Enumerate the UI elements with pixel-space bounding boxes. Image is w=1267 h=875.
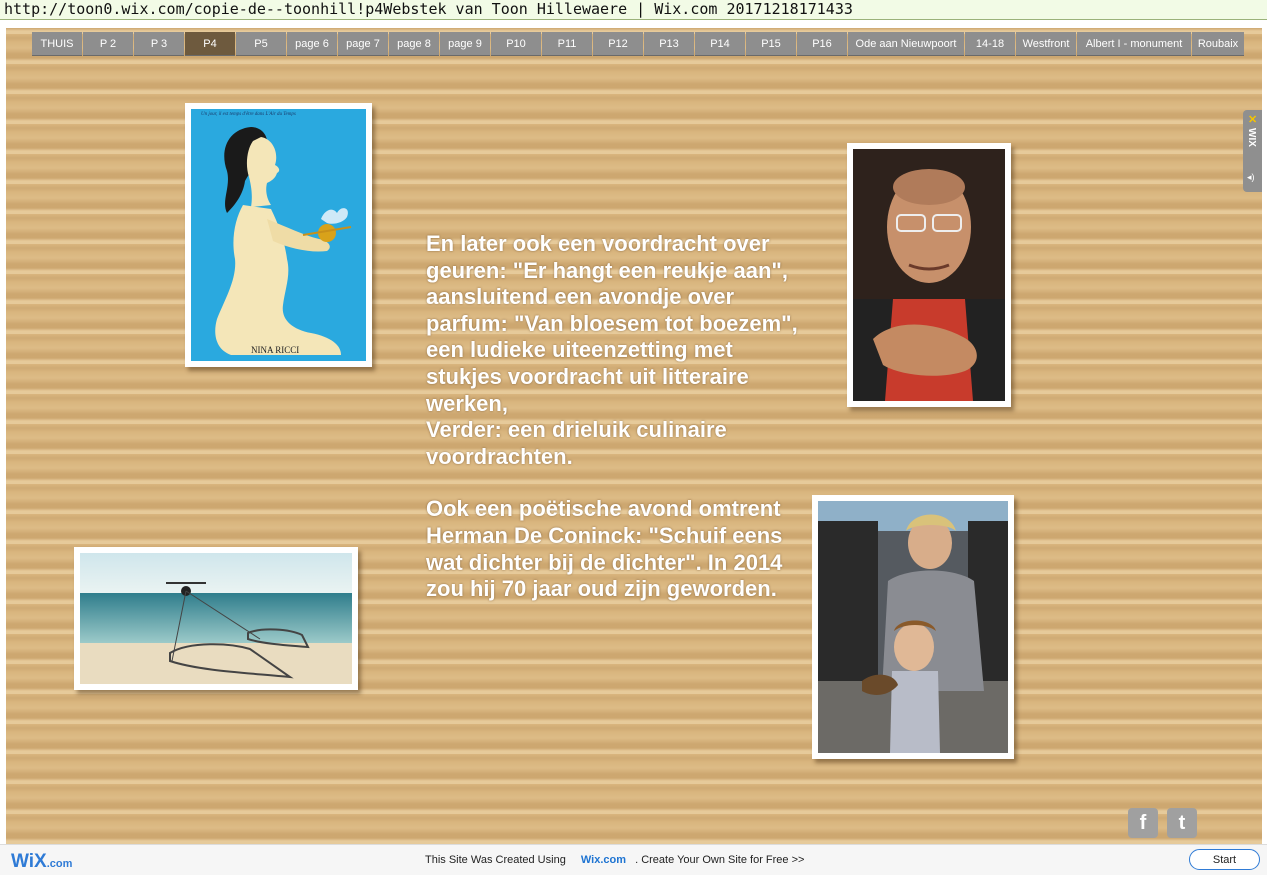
nav-item-p-3[interactable]: P 3 [134,32,184,56]
paragraph-fragrance-recitals: En later ook een voordracht over geuren:… [426,231,798,416]
nav-item-page-9[interactable]: page 9 [440,32,490,56]
nav-item-p11[interactable]: P11 [542,32,592,56]
paragraph-herman-de-coninck: Ook een poëtische avond omtrent Herman D… [426,496,783,602]
footer-wix-link[interactable]: Wix.com [581,854,626,866]
paragraph-culinary-recitals: Verder: een drieluik culinaire voordrach… [426,417,727,469]
nav-item-albert-i-monument[interactable]: Albert I - monument [1077,32,1191,56]
nav-item-page-7[interactable]: page 7 [338,32,388,56]
wix-logo[interactable]: WiX.com [11,851,72,873]
woman-and-child-photo [812,495,1014,759]
nav-item-page-8[interactable]: page 8 [389,32,439,56]
perfume-poster-photo: Un jour, il est temps d'être dans L'Air … [185,103,372,367]
poster-brand: NINA RICCI [251,345,300,355]
nav-item-p10[interactable]: P10 [491,32,541,56]
wix-side-tab[interactable]: ✕ WIX ◂) [1243,110,1262,192]
close-icon[interactable]: ✕ [1248,113,1257,126]
man-portrait-illustration [853,149,1005,401]
nav-item-p15[interactable]: P15 [746,32,796,56]
nav-item-p13[interactable]: P13 [644,32,694,56]
poster-tagline: Un jour, il est temps d'être dans L'Air … [201,112,296,117]
main-text-block: En later ook een voordracht over geuren:… [426,231,806,603]
nav-item-p4[interactable]: P4 [185,32,235,56]
woman-child-illustration [818,501,1008,753]
nav-item-p5[interactable]: P5 [236,32,286,56]
nav-item-westfront[interactable]: Westfront [1016,32,1076,56]
wix-logo-text: WiX [11,851,47,872]
start-button[interactable]: Start [1189,849,1260,870]
nav-item-roubaix[interactable]: Roubaix [1192,32,1244,56]
nav-item-p14[interactable]: P14 [695,32,745,56]
wix-logo-suffix: .com [46,858,73,870]
portrait-photo [847,143,1011,407]
nav-item-p-2[interactable]: P 2 [83,32,133,56]
twitter-icon[interactable]: t [1167,808,1197,838]
page-canvas: THUIS P 2P 3 P4 P5 page 6 page 7 page 8 page 9P… [6,28,1262,844]
footer-text-before: This Site Was Created Using [425,854,566,866]
top-navigation: THUIS P 2P 3 P4 P5 page 6 page 7 page 8 page 9P… [32,32,1245,56]
nav-item-p12[interactable]: P12 [593,32,643,56]
footer-promo-text: This Site Was Created Using Wix.com . Cr… [425,854,804,866]
fishing-nets-illustration [80,553,352,684]
speaker-icon: ◂) [1247,172,1255,182]
footer-text-after[interactable]: . Create Your Own Site for Free >> [635,854,804,866]
fishing-nets-photo [74,547,358,690]
wix-footer-bar: WiX.com This Site Was Created Using Wix.… [0,844,1267,875]
facebook-icon[interactable]: f [1128,808,1158,838]
nav-item-14-18[interactable]: 14-18 [965,32,1015,56]
woman-with-perfume-illustration [191,109,366,361]
nav-item-p16[interactable]: P16 [797,32,847,56]
nav-item-page-6[interactable]: page 6 [287,32,337,56]
nav-item-thuis[interactable]: THUIS [32,32,82,56]
wix-side-tab-label: WIX [1246,128,1257,147]
nav-item-ode-aan-nieuwpoort[interactable]: Ode aan Nieuwpoort [848,32,964,56]
archive-url-bar: http://toon0.wix.com/copie-de--toonhill!… [0,0,1267,20]
